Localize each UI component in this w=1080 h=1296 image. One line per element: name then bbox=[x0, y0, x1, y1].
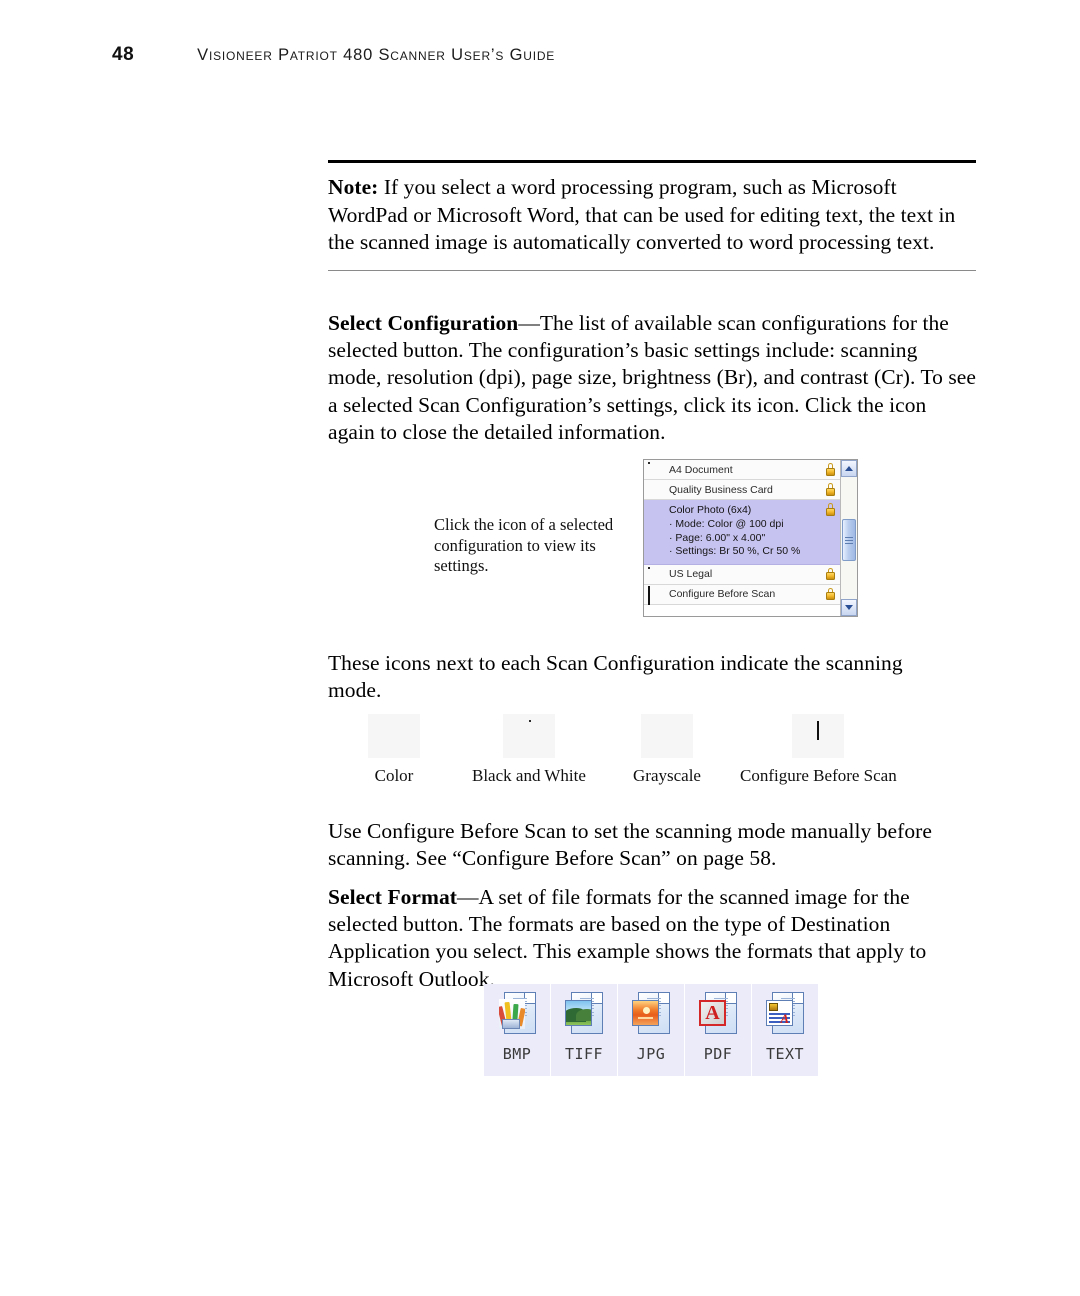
list-item-label: A4 Document bbox=[669, 463, 733, 476]
configure-before-scan-icon bbox=[648, 585, 664, 605]
grip-icon bbox=[845, 535, 853, 546]
format-item-pdf[interactable]: A PDF bbox=[685, 984, 751, 1076]
scroll-down-button[interactable] bbox=[841, 599, 857, 616]
bmp-file-icon bbox=[497, 991, 537, 1039]
mode-thumb bbox=[792, 714, 845, 758]
landscape-photo-icon bbox=[565, 1000, 592, 1026]
list-item-main[interactable]: Color Photo (6x4) bbox=[648, 502, 837, 517]
mode-thumb bbox=[502, 714, 555, 758]
format-label: PDF bbox=[703, 1045, 733, 1063]
scan-configuration-list[interactable]: A4 Document Quality Business Card Color … bbox=[643, 459, 858, 617]
list-item[interactable]: US Legal bbox=[644, 564, 840, 585]
lock-icon bbox=[825, 483, 835, 496]
scanning-mode-icon-row: Color Black and White Grayscale Configur… bbox=[328, 714, 976, 798]
list-item-main[interactable]: US Legal bbox=[648, 566, 837, 582]
text-file-icon: A bbox=[765, 991, 805, 1039]
paragraph-select-format: Select Format—A set of file formats for … bbox=[328, 884, 976, 993]
running-head-title: Visioneer Patriot 480 Scanner User’s Gui… bbox=[197, 46, 556, 64]
brush-cup-icon bbox=[499, 999, 525, 1029]
format-label: TEXT bbox=[765, 1045, 805, 1063]
list-item[interactable]: A4 Document bbox=[644, 460, 840, 480]
scan-configuration-rows[interactable]: A4 Document Quality Business Card Color … bbox=[644, 460, 840, 616]
format-item-tiff[interactable]: TIFF bbox=[551, 984, 617, 1076]
list-item-label: Quality Business Card bbox=[669, 483, 773, 496]
text-document-icon: A bbox=[766, 1000, 793, 1026]
list-item-label: US Legal bbox=[669, 568, 713, 580]
paragraph-select-configuration: Select Configuration—The list of availab… bbox=[328, 310, 976, 446]
lock-icon bbox=[825, 463, 835, 476]
lock-icon bbox=[825, 587, 835, 601]
mode-label: Grayscale bbox=[633, 766, 701, 785]
list-item[interactable]: Configure Before Scan bbox=[644, 584, 840, 605]
callout-caption: Click the icon of a selected configurati… bbox=[434, 515, 614, 575]
mode-label: Configure Before Scan bbox=[740, 766, 897, 785]
list-item-main[interactable]: A4 Document bbox=[648, 462, 837, 477]
note-box: Note: If you select a word processing pr… bbox=[328, 160, 976, 271]
acrobat-logo-icon: A bbox=[699, 1000, 726, 1026]
format-item-bmp[interactable]: BMP bbox=[484, 984, 550, 1076]
list-item-label: Color Photo (6x4) bbox=[669, 503, 752, 516]
lock-icon bbox=[825, 567, 835, 581]
configuration-details: · Mode: Color @ 100 dpi · Page: 6.00" x … bbox=[648, 517, 837, 562]
scrollbar-track[interactable] bbox=[841, 477, 857, 599]
mode-label: Black and White bbox=[472, 766, 586, 785]
scrollbar-thumb[interactable] bbox=[842, 519, 856, 561]
pdf-file-icon: A bbox=[698, 991, 738, 1039]
list-item-main[interactable]: Quality Business Card bbox=[648, 482, 837, 497]
tiff-file-icon bbox=[564, 991, 604, 1039]
list-item-selected[interactable]: Color Photo (6x4) · Mode: Color @ 100 dp… bbox=[644, 500, 840, 565]
detail-settings: · Settings: Br 50 %, Cr 50 % bbox=[669, 545, 801, 557]
chevron-up-icon bbox=[845, 466, 853, 471]
color-mode-icon bbox=[377, 720, 411, 752]
select-format-lead: Select Format bbox=[328, 885, 457, 909]
grayscale-mode-icon bbox=[650, 720, 684, 752]
format-item-text[interactable]: A TEXT bbox=[752, 984, 818, 1076]
configure-before-scan-icon bbox=[803, 721, 833, 750]
color-mode-icon[interactable] bbox=[648, 502, 664, 517]
note-text: Note: If you select a word processing pr… bbox=[328, 174, 976, 257]
format-item-jpg[interactable]: JPG bbox=[618, 984, 684, 1076]
list-item-main[interactable]: Configure Before Scan bbox=[648, 585, 837, 605]
mode-item-configure-before-scan: Configure Before Scan bbox=[740, 714, 897, 786]
select-configuration-lead: Select Configuration bbox=[328, 311, 519, 335]
chevron-down-icon bbox=[845, 605, 853, 610]
detail-page: · Page: 6.00" x 4.00" bbox=[669, 531, 766, 544]
sunset-photo-icon bbox=[632, 1000, 659, 1026]
mode-thumb bbox=[368, 714, 420, 758]
note-body: If you select a word processing program,… bbox=[328, 175, 956, 254]
format-label: JPG bbox=[636, 1045, 666, 1063]
paragraph-these-icons: These icons next to each Scan Configurat… bbox=[328, 651, 903, 703]
scroll-up-button[interactable] bbox=[841, 460, 857, 477]
format-label: BMP bbox=[502, 1045, 532, 1063]
mode-item-grayscale: Grayscale bbox=[633, 714, 701, 786]
black-and-white-mode-icon bbox=[648, 566, 664, 582]
detail-mode: · Mode: Color @ 100 dpi bbox=[669, 518, 784, 530]
mode-item-black-and-white: Black and White bbox=[472, 714, 586, 786]
mode-item-color: Color bbox=[368, 714, 420, 786]
vertical-scrollbar[interactable] bbox=[840, 460, 857, 616]
note-label: Note: bbox=[328, 175, 379, 199]
list-item[interactable]: Quality Business Card bbox=[644, 480, 840, 500]
list-item-label: Configure Before Scan bbox=[669, 588, 776, 600]
paragraph-use-configure-before-scan: Use Configure Before Scan to set the sca… bbox=[328, 819, 932, 871]
black-and-white-mode-icon bbox=[648, 462, 664, 477]
jpg-file-icon bbox=[631, 991, 671, 1039]
page-header: 48 Visioneer Patriot 480 Scanner User’s … bbox=[112, 44, 972, 72]
mode-label: Color bbox=[374, 766, 414, 785]
page-number: 48 bbox=[112, 44, 135, 65]
format-label: TIFF bbox=[564, 1045, 604, 1063]
grayscale-mode-icon bbox=[648, 482, 664, 497]
lock-icon bbox=[825, 503, 835, 516]
file-format-icon-row: BMP TIFF JPG A PDF A TEXT bbox=[484, 984, 818, 1076]
mode-thumb bbox=[640, 714, 693, 758]
black-and-white-mode-icon bbox=[512, 720, 546, 752]
